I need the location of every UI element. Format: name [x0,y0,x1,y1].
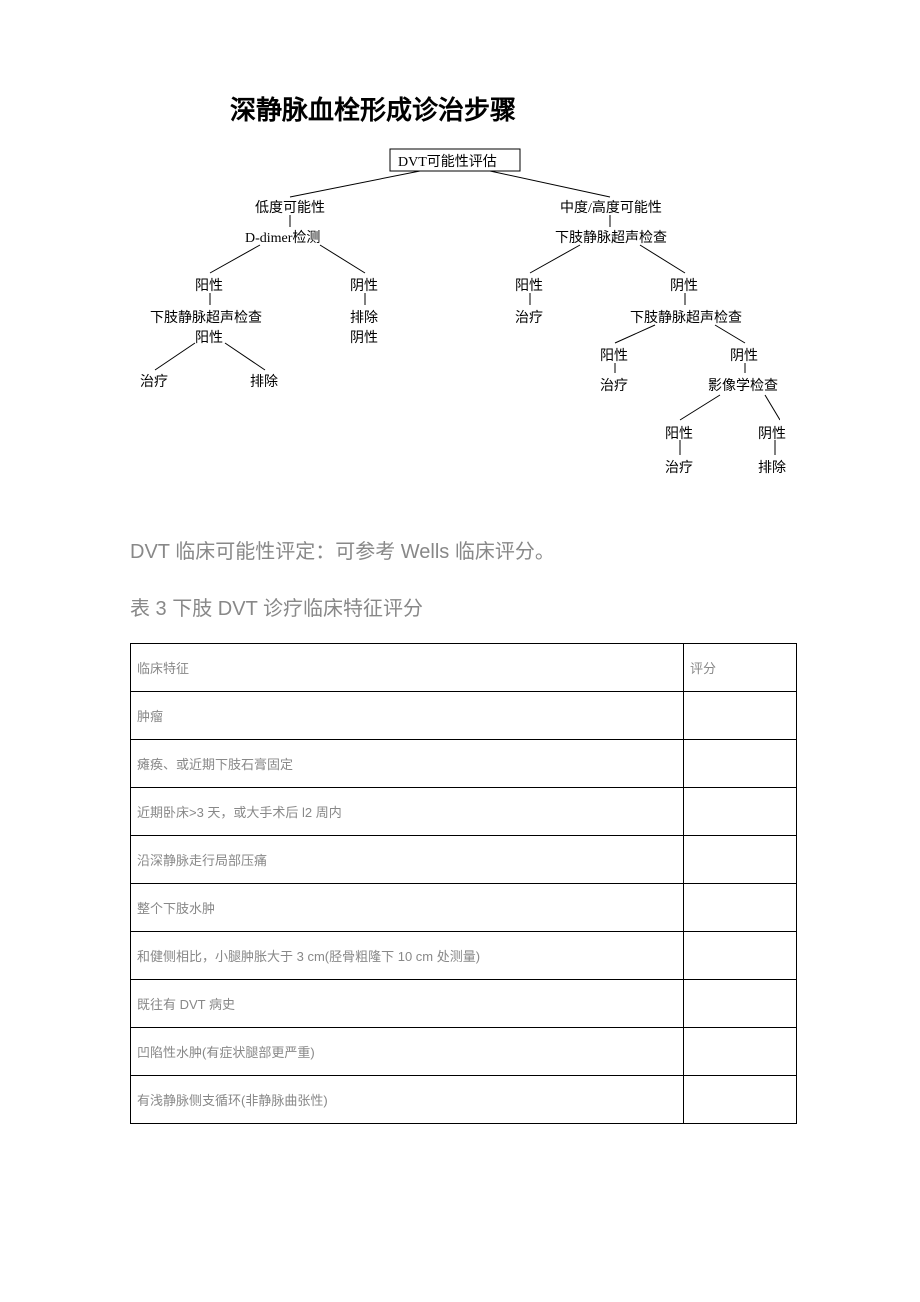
node-left-pos-pos: 阳性 [195,327,223,347]
table-row: 沿深静脉走行局部压痛 [131,836,797,884]
wells-score-table: 临床特征 评分 肿瘤 瘫痪、或近期下肢石膏固定 近期卧床>3 天，或大手术后 l… [130,643,797,1124]
cell-score [684,836,797,884]
node-right-pos-next: 治疗 [515,307,543,327]
node-left-pos: 阳性 [195,275,223,295]
cell-feature: 整个下肢水肿 [131,884,684,932]
node-right-neg-neg: 阴性 [730,345,758,365]
node-left-test: D-dimer检测 [245,227,320,247]
node-left-treat: 治疗 [140,371,168,391]
cell-feature: 既往有 DVT 病史 [131,980,684,1028]
cell-feature: 有浅静脉侧支循环(非静脉曲张性) [131,1076,684,1124]
cell-feature: 近期卧床>3 天，或大手术后 l2 周内 [131,788,684,836]
table-header-row: 临床特征 评分 [131,644,797,692]
cell-feature: 肿瘤 [131,692,684,740]
node-left-label: 低度可能性 [255,197,325,217]
table-row: 有浅静脉侧支循环(非静脉曲张性) [131,1076,797,1124]
node-right-pos: 阳性 [515,275,543,295]
table-row: 瘫痪、或近期下肢石膏固定 [131,740,797,788]
node-left-neg-next: 排除 [350,307,378,327]
table-row: 和健侧相比，小腿肿胀大于 3 cm(胫骨粗隆下 10 cm 处测量) [131,932,797,980]
flow-diagram: DVT可能性评估 低度可能性 D-dimer检测 阳性 阴性 下肢静脉超声检查 … [140,145,780,505]
cell-score [684,980,797,1028]
cell-score [684,1028,797,1076]
node-right-img-pos: 阳性 [665,423,693,443]
node-right-img-pos-next: 治疗 [665,457,693,477]
node-root: DVT可能性评估 [398,151,497,171]
node-right-neg-pos: 阳性 [600,345,628,365]
header-score: 评分 [684,644,797,692]
cell-score [684,1076,797,1124]
node-left-pos-next: 下肢静脉超声检查 [150,307,262,327]
node-right-neg-next: 下肢静脉超声检查 [630,307,742,327]
cell-feature: 瘫痪、或近期下肢石膏固定 [131,740,684,788]
node-right-img-neg: 阴性 [758,423,786,443]
node-right-label: 中度/高度可能性 [560,197,662,217]
cell-score [684,788,797,836]
node-right-img-neg-next: 排除 [758,457,786,477]
document-page: 深静脉血栓形成诊治步骤 [0,0,920,1184]
node-right-test: 下肢静脉超声检查 [555,227,667,247]
cell-score [684,740,797,788]
table-row: 整个下肢水肿 [131,884,797,932]
cell-score [684,692,797,740]
node-left-neg: 阴性 [350,275,378,295]
table-row: 既往有 DVT 病史 [131,980,797,1028]
node-right-neg-pos-next: 治疗 [600,375,628,395]
paragraph-assessment: DVT 临床可能性评定：可参考 Wells 临床评分。 [130,535,790,564]
table-row: 肿瘤 [131,692,797,740]
table-row: 凹陷性水肿(有症状腿部更严重) [131,1028,797,1076]
node-left-exclude: 排除 [250,371,278,391]
node-right-neg-neg-next: 影像学检查 [708,375,778,395]
page-title: 深静脉血栓形成诊治步骤 [230,90,790,127]
table-caption: 表 3 下肢 DVT 诊疗临床特征评分 [130,592,790,621]
cell-feature: 和健侧相比，小腿肿胀大于 3 cm(胫骨粗隆下 10 cm 处测量) [131,932,684,980]
cell-score [684,884,797,932]
header-feature: 临床特征 [131,644,684,692]
cell-feature: 沿深静脉走行局部压痛 [131,836,684,884]
cell-score [684,932,797,980]
table-row: 近期卧床>3 天，或大手术后 l2 周内 [131,788,797,836]
node-left-pos-neg: 阴性 [350,327,378,347]
node-right-neg: 阴性 [670,275,698,295]
cell-feature: 凹陷性水肿(有症状腿部更严重) [131,1028,684,1076]
